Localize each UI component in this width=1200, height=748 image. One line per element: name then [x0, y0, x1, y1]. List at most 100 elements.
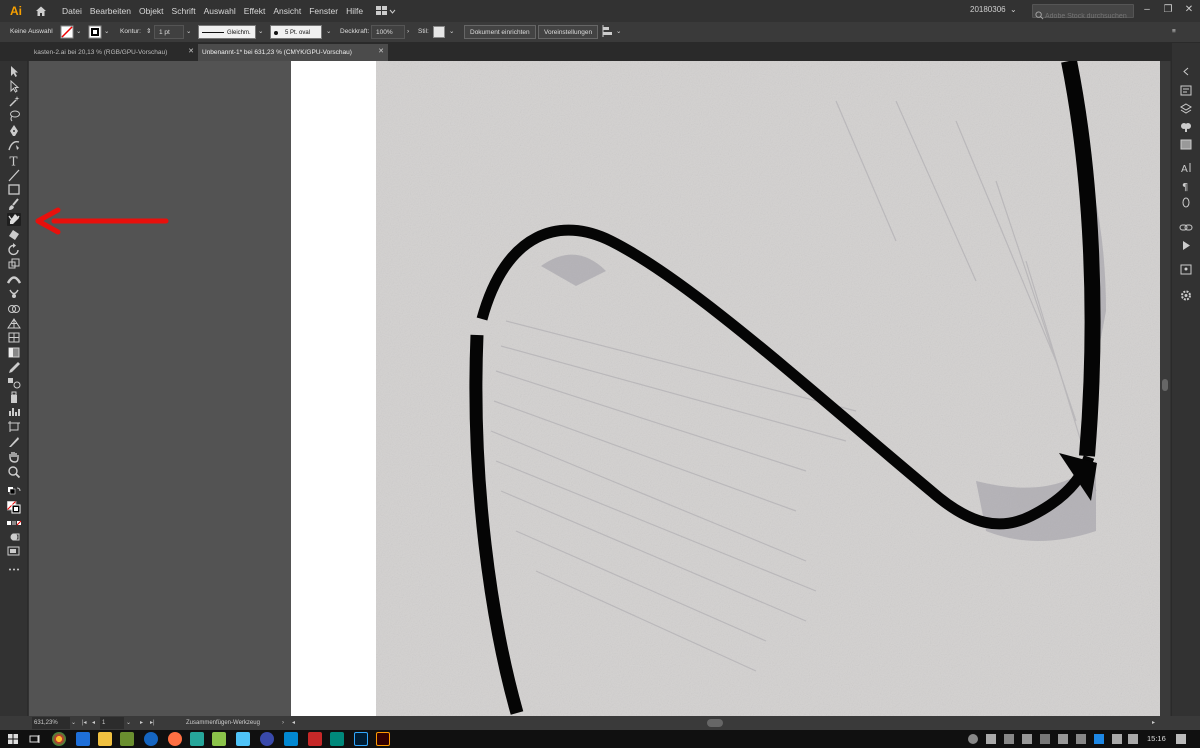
collapse-panels-icon[interactable] [1179, 65, 1193, 78]
horizontal-scrollbar-thumb[interactable] [707, 719, 723, 727]
tray-icon-4[interactable] [1022, 734, 1032, 744]
actions-play-icon[interactable] [1179, 239, 1193, 252]
first-artboard-icon[interactable]: |◂ [82, 717, 87, 729]
restore-icon[interactable]: ❐ [1161, 3, 1175, 17]
dropbox-icon[interactable] [1094, 734, 1104, 744]
line-segment-tool-icon[interactable] [7, 169, 21, 182]
chevron-down-icon[interactable]: ⌄ [1010, 5, 1017, 14]
rotate-tool-icon[interactable] [7, 242, 21, 256]
scroll-right-icon[interactable]: ▸ [1152, 717, 1155, 729]
chevron-down-icon[interactable]: ⌄ [258, 25, 263, 39]
opacity-label[interactable]: Deckkraft: [340, 25, 369, 39]
tab-kasten[interactable]: kasten-2.ai bei 20,13 % (RGB/GPU-Vorscha… [30, 44, 196, 61]
artboard-number-field[interactable]: 1 [100, 717, 124, 729]
firefox-icon[interactable] [168, 732, 182, 746]
rectangle-tool-icon[interactable] [7, 183, 21, 196]
photoshop-icon[interactable] [354, 732, 368, 746]
tray-icon-5[interactable] [1040, 734, 1050, 744]
mesh-tool-icon[interactable] [7, 331, 21, 344]
gear-icon[interactable] [1179, 289, 1193, 302]
column-graph-tool-icon[interactable] [7, 405, 21, 418]
stepper-icon[interactable]: ⇕ [146, 25, 151, 39]
chevron-down-icon[interactable]: ⌄ [449, 25, 454, 39]
volume-icon[interactable] [1128, 734, 1138, 744]
tray-icon-6[interactable] [1058, 734, 1068, 744]
perspective-grid-tool-icon[interactable] [7, 317, 21, 330]
zoom-field[interactable]: 631,23% [32, 717, 70, 729]
join-tool-icon[interactable] [7, 213, 21, 226]
pen-tool-icon[interactable] [7, 124, 21, 137]
stroke-weight-field[interactable]: 1 pt [154, 25, 184, 39]
document-info-icon[interactable] [1179, 263, 1193, 276]
default-colors-icon[interactable] [7, 486, 21, 499]
symbol-sprayer-tool-icon[interactable] [7, 391, 21, 404]
next-artboard-icon[interactable]: ▸ [140, 717, 143, 729]
menu-fenster[interactable]: Fenster [305, 0, 342, 22]
drawing-modes-icon[interactable] [7, 531, 21, 544]
magic-wand-tool-icon[interactable] [7, 95, 21, 108]
panel-menu-icon[interactable]: ≡ [1172, 25, 1176, 39]
menu-objekt[interactable]: Objekt [135, 0, 168, 22]
chevron-down-icon[interactable]: ⌄ [326, 25, 331, 39]
workspace-name[interactable]: 20180306 [970, 5, 1006, 14]
lasso-tool-icon[interactable] [7, 109, 21, 122]
gradient-tool-icon[interactable] [7, 346, 21, 359]
libraries-icon[interactable] [1179, 120, 1193, 133]
current-tool-name[interactable]: Zusammenfügen-Werkzeug [186, 717, 260, 729]
type-tool-icon[interactable]: T [7, 154, 21, 167]
style-swatch[interactable] [433, 26, 445, 38]
app-icon-lime[interactable] [212, 732, 226, 746]
chevron-right-icon[interactable]: › [407, 25, 409, 39]
screen-mode-icon[interactable] [7, 545, 21, 558]
hand-tool-icon[interactable] [7, 450, 21, 463]
app-icon-lightblue[interactable] [236, 732, 250, 746]
previous-artboard-icon[interactable]: ◂ [92, 717, 95, 729]
paragraph-icon[interactable]: ¶ [1179, 179, 1193, 192]
tray-icon-2[interactable] [986, 734, 996, 744]
scale-tool-icon[interactable] [7, 257, 21, 270]
illustrator-icon[interactable] [376, 732, 390, 746]
zoom-tool-icon[interactable] [7, 465, 21, 478]
chrome-icon[interactable] [52, 732, 66, 746]
slice-tool-icon[interactable] [7, 435, 21, 448]
gradient-icon[interactable] [1179, 138, 1193, 151]
tray-icon-1[interactable] [968, 734, 978, 744]
menu-ansicht[interactable]: Ansicht [269, 0, 305, 22]
chevron-down-icon[interactable]: ⌄ [104, 25, 109, 39]
document-setup-button[interactable]: Dokument einrichten [464, 25, 536, 39]
file-explorer-icon[interactable] [98, 732, 112, 746]
app-icon-indigo[interactable] [260, 732, 274, 746]
arrange-documents-icon[interactable] [375, 5, 397, 17]
opentype-icon[interactable] [1179, 196, 1193, 209]
task-view-icon[interactable] [28, 732, 42, 746]
stock-search-box[interactable] [1032, 4, 1134, 23]
width-tool-icon[interactable] [7, 272, 21, 285]
home-icon[interactable] [34, 4, 48, 18]
app-icon-teal[interactable] [190, 732, 204, 746]
vertical-scrollbar[interactable] [1160, 61, 1170, 716]
paintbrush-tool-icon[interactable] [7, 198, 21, 211]
tray-icon-7[interactable] [1076, 734, 1086, 744]
close-icon[interactable]: ✕ [1182, 3, 1196, 17]
edge-icon[interactable] [76, 732, 90, 746]
app-icon-dark-teal[interactable] [330, 732, 344, 746]
blend-tool-icon[interactable] [7, 376, 21, 389]
fill-swatch[interactable] [60, 25, 74, 39]
fill-stroke-swatches[interactable] [7, 501, 21, 514]
curvature-tool-icon[interactable] [7, 139, 21, 152]
artboard-tool-icon[interactable] [7, 420, 21, 433]
app-icon-red[interactable] [308, 732, 322, 746]
eyedropper-tool-icon[interactable] [7, 361, 21, 374]
menu-hilfe[interactable]: Hilfe [342, 0, 367, 22]
notifications-icon[interactable] [1176, 734, 1186, 744]
menu-schrift[interactable]: Schrift [168, 0, 200, 22]
direct-selection-tool-icon[interactable] [7, 79, 21, 93]
menu-datei[interactable]: Datei [58, 0, 86, 22]
opacity-field[interactable]: 100% [371, 25, 405, 39]
stroke-swatch[interactable] [88, 25, 102, 39]
tab-unbenannt[interactable]: Unbenannt-1* bei 631,23 % (CMYK/GPU-Vors… [198, 44, 388, 61]
close-icon[interactable]: ✕ [186, 43, 196, 60]
menu-effekt[interactable]: Effekt [240, 0, 270, 22]
app-icon-blue-circle[interactable] [144, 732, 158, 746]
brush-stroke-path[interactable] [291, 61, 1160, 716]
